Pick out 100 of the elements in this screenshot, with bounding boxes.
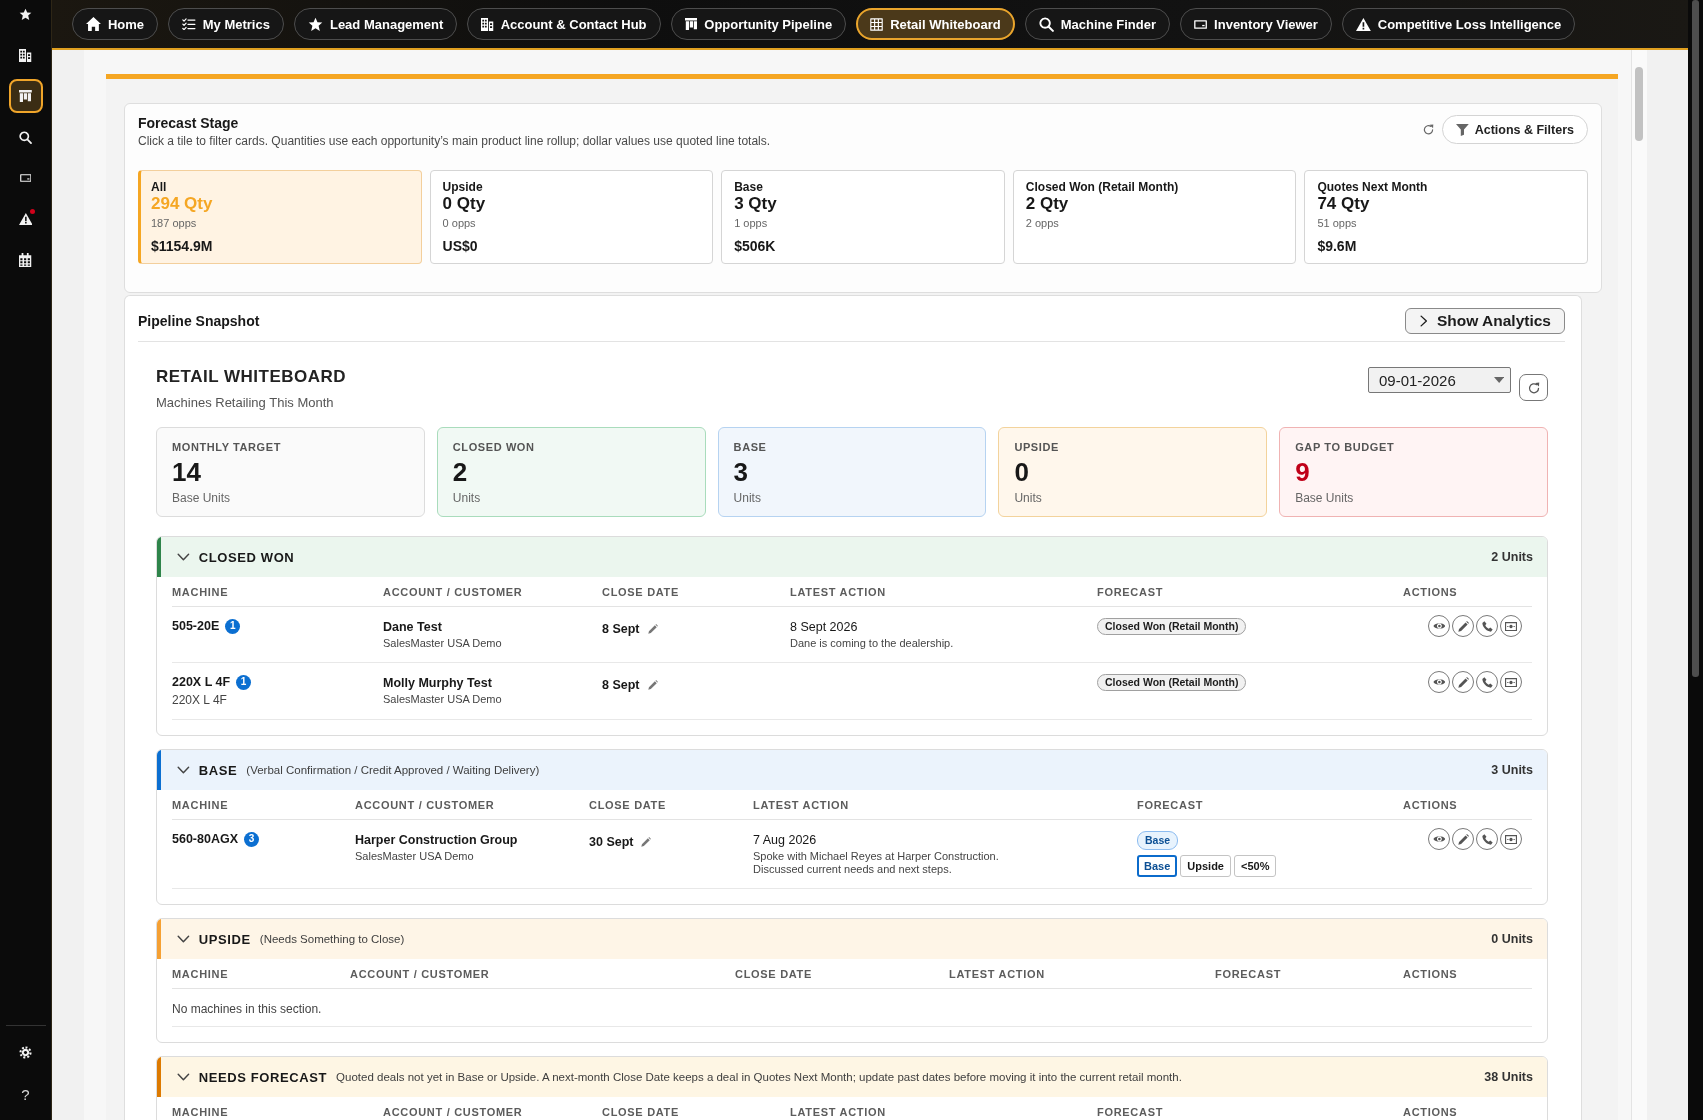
edit-button[interactable]: [1452, 671, 1474, 693]
cash-button[interactable]: [1500, 671, 1522, 693]
scrollbar-thumb[interactable]: [1635, 67, 1643, 141]
sidebar-button[interactable]: [8, 79, 43, 113]
edit-button[interactable]: [1452, 828, 1474, 850]
view-button[interactable]: [1428, 671, 1450, 693]
caret-down-icon: [1493, 377, 1504, 383]
call-button[interactable]: [1476, 671, 1498, 693]
nav-tab[interactable]: Lead Management: [293, 8, 458, 40]
chevron-down-icon[interactable]: [177, 766, 190, 774]
column-header: FORECAST: [1097, 585, 1165, 598]
tile-opportunity-count: 187 opps: [151, 216, 198, 230]
phone-icon: [1481, 620, 1493, 632]
column-header: CLOSE DATE: [602, 1105, 681, 1118]
column-header: CLOSE DATE: [602, 585, 681, 598]
column-header: ACTIONS: [1403, 967, 1459, 980]
kpi-value: 9: [1295, 457, 1311, 487]
scrollbar-thumb[interactable]: [1692, 0, 1699, 677]
forecast-option[interactable]: Base: [1137, 855, 1178, 877]
kpi-label: MONTHLY TARGET: [172, 440, 283, 454]
actions-filters-button[interactable]: Actions & Filters: [1441, 115, 1588, 144]
warning-icon: [1355, 17, 1371, 31]
grid-icon: [870, 17, 884, 31]
stage-tile[interactable]: Base 3 Qty 1 opps $506K: [721, 170, 1005, 264]
pencil-icon[interactable]: [647, 624, 658, 634]
column-header: LATEST ACTION: [753, 798, 850, 811]
forecast-option[interactable]: Upside: [1180, 855, 1231, 877]
columns-icon: [684, 18, 698, 30]
building-icon: [481, 17, 494, 31]
column-header: FORECAST: [1097, 1105, 1165, 1118]
kpi-value: 14: [172, 457, 202, 487]
stage-tile[interactable]: All 294 Qty 187 opps $1154.9M: [138, 170, 422, 264]
view-button[interactable]: [1428, 828, 1450, 850]
stage-tile[interactable]: Upside 0 Qty 0 opps US$0: [429, 170, 714, 264]
column-header: CLOSE DATE: [735, 967, 814, 980]
column-header: ACTIONS: [1403, 1105, 1459, 1118]
column-header: FORECAST: [1137, 798, 1205, 811]
tile-quantity: 2 Qty: [1025, 194, 1070, 214]
stage-tile[interactable]: Quotes Next Month 74 Qty 51 opps $9.6M: [1304, 170, 1588, 264]
nav-tab[interactable]: Account & Contact Hub: [467, 8, 661, 40]
tile-amount: $9.6M: [1317, 237, 1358, 255]
nav-tab[interactable]: Home: [72, 8, 159, 40]
refresh-button[interactable]: [1519, 374, 1548, 401]
calendar-icon: [19, 253, 32, 267]
cash-icon: [1505, 834, 1517, 844]
section-title: NEEDS FORECAST: [198, 1069, 328, 1085]
warning-icon: [18, 213, 33, 225]
forecast-tag: Base: [1137, 831, 1179, 850]
show-analytics-button[interactable]: Show Analytics: [1404, 308, 1565, 334]
edit-button[interactable]: [1452, 615, 1474, 637]
call-button[interactable]: [1476, 615, 1498, 637]
section-title: CLOSED WON: [198, 549, 295, 565]
section-note: (Needs Something to Close): [259, 933, 405, 945]
kpi-unit: Base Units: [1295, 490, 1355, 506]
tile-label: Base: [734, 180, 764, 194]
eye-icon: [1432, 622, 1446, 630]
date-select[interactable]: 09-01-2026: [1368, 367, 1511, 393]
kpi-unit: Units: [733, 490, 762, 506]
call-button[interactable]: [1476, 828, 1498, 850]
nav-tab[interactable]: Machine Finder: [1024, 8, 1171, 40]
star-icon: [307, 16, 323, 32]
section-note: (Verbal Confirmation / Credit Approved / Waiting Delivery): [246, 764, 540, 776]
cash-button[interactable]: [1500, 615, 1522, 637]
action-note: Spoke with Michael Reyes at Harper Construction. Discussed current needs and next steps.: [753, 850, 1000, 876]
chevron-right-icon: [1419, 315, 1427, 327]
chevron-down-icon[interactable]: [177, 553, 190, 561]
cash-button[interactable]: [1500, 828, 1522, 850]
eye-icon: [1432, 678, 1446, 686]
card-icon: [19, 174, 32, 182]
nav-tab[interactable]: Opportunity Pipeline: [670, 8, 847, 40]
stage-tile[interactable]: Closed Won (Retail Month) 2 Qty 2 opps: [1012, 170, 1297, 264]
machine-name: 560-80AGX: [172, 831, 238, 847]
cash-icon: [1505, 677, 1517, 687]
count-badge: 1: [225, 618, 241, 634]
help-button[interactable]: ?: [8, 1077, 43, 1111]
tile-opportunity-count: 1 opps: [734, 216, 769, 230]
tile-opportunity-count: 51 opps: [1317, 216, 1358, 230]
chevron-down-icon[interactable]: [177, 935, 190, 943]
unit-count: 3 Units: [1491, 763, 1533, 777]
section-title: UPSIDE: [198, 931, 251, 947]
pencil-icon[interactable]: [641, 837, 652, 847]
action-note: Dane is coming to the dealership.: [790, 637, 955, 650]
column-header: ACCOUNT / CUSTOMER: [383, 585, 524, 598]
action-date: 8 Sept 2026: [790, 619, 859, 635]
column-header: ACTIONS: [1403, 585, 1459, 598]
section-description: Click a tile to filter cards. Quantities use each opportunity’s main product line rollup; dollar values use quoted line totals.: [138, 134, 771, 149]
chevron-down-icon[interactable]: [177, 1073, 190, 1081]
pencil-icon[interactable]: [647, 680, 658, 690]
nav-tab[interactable]: Inventory Viewer: [1180, 8, 1332, 40]
kpi-value: 2: [452, 457, 469, 487]
tile-opportunity-count: 2 opps: [1025, 216, 1060, 230]
kpi-unit: Base Units: [172, 490, 232, 506]
view-button[interactable]: [1428, 615, 1450, 637]
action-date: 7 Aug 2026: [753, 832, 818, 848]
forecast-option[interactable]: <50%: [1234, 855, 1277, 877]
kpi-value: 3: [733, 457, 750, 487]
nav-tab[interactable]: Retail Whiteboard: [856, 8, 1015, 40]
nav-tab[interactable]: Competitive Loss Intelligence: [1341, 8, 1576, 40]
nav-tab[interactable]: My Metrics: [168, 8, 284, 40]
column-header: MACHINE: [172, 585, 230, 598]
